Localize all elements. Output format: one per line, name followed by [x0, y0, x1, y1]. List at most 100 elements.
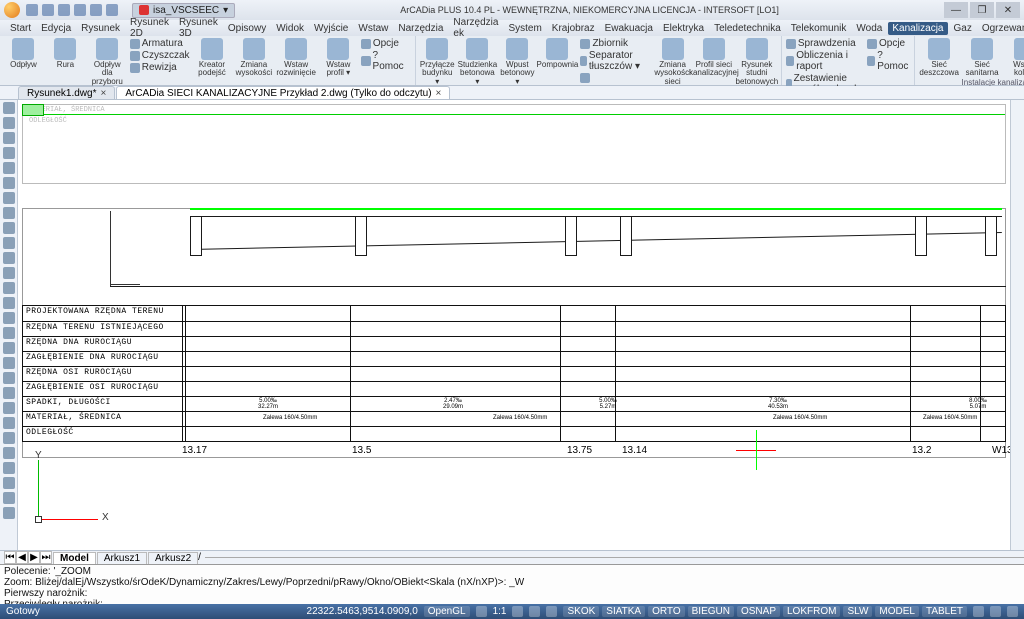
tool-button[interactable]: [3, 387, 15, 399]
tool-button[interactable]: [3, 462, 15, 474]
status-toggle-tablet[interactable]: TABLET: [922, 606, 967, 617]
ribbon-czyszczak[interactable]: Czyszczak: [130, 50, 190, 61]
tool-button[interactable]: [3, 402, 15, 414]
maximize-button[interactable]: ❐: [970, 2, 994, 18]
menu-telekomunik[interactable]: Telekomunik: [787, 22, 851, 35]
tool-button[interactable]: [3, 267, 15, 279]
ribbon-armatura[interactable]: Armatura: [130, 38, 190, 49]
ribbon-pomoc[interactable]: ? Pomoc: [361, 50, 411, 72]
status-opengl[interactable]: OpenGL: [424, 606, 470, 617]
command-window[interactable]: Polecenie: '_ZOOMZoom: Bliżej/dalEj/Wszy…: [0, 564, 1024, 604]
ribbon-rewizja[interactable]: Rewizja: [130, 62, 190, 73]
ribbon-pompownia[interactable]: Pompownia: [537, 38, 577, 69]
tool-button[interactable]: [3, 102, 15, 114]
sheet-tab-model[interactable]: Model: [53, 552, 96, 564]
tool-button[interactable]: [3, 357, 15, 369]
tool-button[interactable]: [3, 342, 15, 354]
status-toggle-siatka[interactable]: SIATKA: [602, 606, 645, 617]
status-toggle-orto[interactable]: ORTO: [648, 606, 685, 617]
menu-system[interactable]: System: [504, 22, 545, 35]
ribbon-sie[interactable]: Siećsanitarna: [962, 38, 1002, 78]
status-toggle-model[interactable]: MODEL: [875, 606, 919, 617]
menu-widok[interactable]: Widok: [272, 22, 308, 35]
tool-button[interactable]: [3, 417, 15, 429]
menu-narzędzia[interactable]: Narzędzia: [394, 22, 447, 35]
ribbon-opcje[interactable]: Opcje: [361, 38, 411, 49]
menu-ewakuacja[interactable]: Ewakuacja: [601, 22, 657, 35]
ribbon-[interactable]: [580, 73, 651, 83]
menu-wstaw[interactable]: Wstaw: [354, 22, 392, 35]
sheet-tab-arkusz1[interactable]: Arkusz1: [97, 552, 147, 564]
tool-button[interactable]: [3, 507, 15, 519]
ribbon-sie[interactable]: Siećdeszczowa: [919, 38, 959, 78]
ribbon-przycze[interactable]: Przyłączebudynku ▾: [420, 38, 455, 86]
ribbon-wpust[interactable]: Wpustbetonowy ▾: [500, 38, 534, 86]
tool-button[interactable]: [3, 237, 15, 249]
ribbon-wstaw[interactable]: Wstawrozwinięcie: [276, 38, 316, 78]
menu-ogrzewanie[interactable]: Ogrzewanie: [978, 22, 1024, 35]
tool-button[interactable]: [3, 477, 15, 489]
menu-start[interactable]: Start: [6, 22, 35, 35]
ribbon-sprawdzenia[interactable]: Sprawdzenia: [786, 38, 864, 49]
ribbon-zmiana[interactable]: Zmianawysokości: [234, 38, 273, 78]
qa-icon[interactable]: [58, 4, 70, 16]
ribbon-zbiornik[interactable]: Zbiornik: [580, 38, 651, 49]
status-icon[interactable]: [1007, 606, 1018, 617]
menu-opisowy[interactable]: Opisowy: [224, 22, 270, 35]
ribbon-wstaw[interactable]: Wstawkolizję: [1005, 38, 1024, 78]
tool-button[interactable]: [3, 207, 15, 219]
tool-button[interactable]: [3, 432, 15, 444]
menu-kanalizacja[interactable]: Kanalizacja: [888, 22, 947, 35]
sheet-nav[interactable]: ⏭: [40, 551, 52, 564]
tool-button[interactable]: [3, 147, 15, 159]
tool-button[interactable]: [3, 312, 15, 324]
menu-woda[interactable]: Woda: [852, 22, 886, 35]
ribbon-pomoc[interactable]: ? Pomoc: [867, 50, 910, 72]
ribbon-rura[interactable]: Rura: [46, 38, 85, 69]
status-icon[interactable]: [476, 606, 487, 617]
tool-button[interactable]: [3, 222, 15, 234]
status-toggle-slw[interactable]: SLW: [843, 606, 872, 617]
ribbon-kreator[interactable]: Kreatorpodejść: [193, 38, 232, 78]
tool-button[interactable]: [3, 192, 15, 204]
tool-button[interactable]: [3, 492, 15, 504]
tool-button[interactable]: [3, 372, 15, 384]
status-scale[interactable]: 1:1: [493, 606, 507, 617]
status-toggle-skok[interactable]: SKOK: [563, 606, 599, 617]
qa-icon[interactable]: [42, 4, 54, 16]
sheet-tab-arkusz2[interactable]: Arkusz2: [148, 552, 198, 564]
ribbon-odpyw[interactable]: Odpływ: [4, 38, 43, 69]
tool-button[interactable]: [3, 252, 15, 264]
ribbon-odpywdla[interactable]: Odpływ dlaprzyboru: [88, 38, 127, 86]
tool-button[interactable]: [3, 132, 15, 144]
minimize-button[interactable]: —: [944, 2, 968, 18]
qa-icon[interactable]: [90, 4, 102, 16]
drawing-canvas[interactable]: MATERIAŁ, ŚREDNICA ODLEGŁOŚĆ PROJEKTOWAN…: [18, 100, 1010, 550]
sheet-nav[interactable]: ◀: [16, 551, 28, 564]
menu-rysunek[interactable]: Rysunek: [77, 22, 124, 35]
sheet-nav[interactable]: ▶: [28, 551, 40, 564]
menu-wyjście[interactable]: Wyjście: [310, 22, 352, 35]
tool-button[interactable]: [3, 297, 15, 309]
ribbon-obliczeniairaport[interactable]: Obliczenia i raport: [786, 50, 864, 72]
qa-icon[interactable]: [26, 4, 38, 16]
right-scrollbar[interactable]: [1010, 100, 1024, 550]
status-icon[interactable]: [546, 606, 557, 617]
ribbon-studzienka[interactable]: Studzienkabetonowa ▾: [458, 38, 498, 86]
status-icon[interactable]: [512, 606, 523, 617]
status-icon[interactable]: [529, 606, 540, 617]
status-toggle-biegun[interactable]: BIEGUN: [688, 606, 734, 617]
status-icon[interactable]: [973, 606, 984, 617]
close-tab-icon[interactable]: ×: [100, 88, 106, 99]
menu-edycja[interactable]: Edycja: [37, 22, 75, 35]
tool-button[interactable]: [3, 447, 15, 459]
tool-button[interactable]: [3, 117, 15, 129]
tool-button[interactable]: [3, 177, 15, 189]
ribbon-profilsieci[interactable]: Profil siecikanalizacyjnej: [694, 38, 734, 78]
status-toggle-osnap[interactable]: OSNAP: [737, 606, 780, 617]
ribbon-opcje[interactable]: Opcje: [867, 38, 910, 49]
menu-elektryka[interactable]: Elektryka: [659, 22, 708, 35]
ribbon-zmiana[interactable]: Zmianawysokości sieci: [654, 38, 690, 86]
ribbon-wstaw[interactable]: Wstawprofil ▾: [319, 38, 358, 78]
menu-krajobraz[interactable]: Krajobraz: [548, 22, 599, 35]
